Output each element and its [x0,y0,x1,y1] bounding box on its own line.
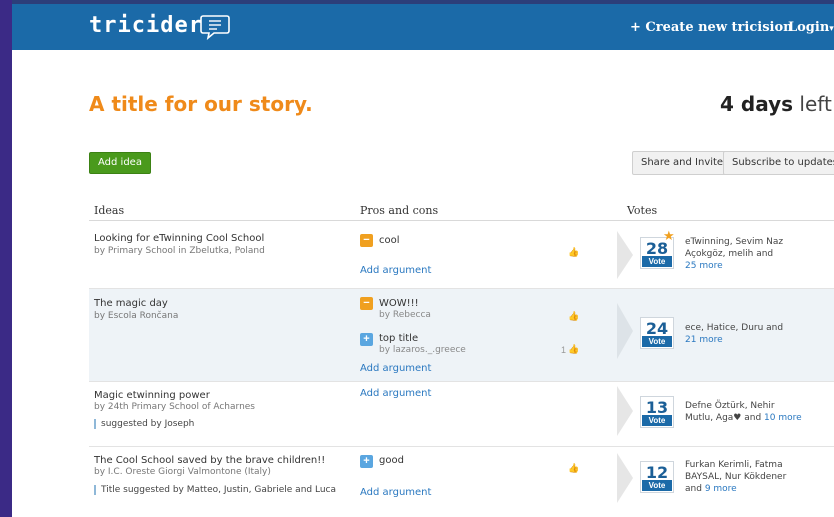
like-count: 1 [561,345,567,355]
voters-line: BAYSAL, Nur Kökdener [685,472,787,482]
login-label: Login [788,20,830,35]
voters-line: eTwinning, Sevim Naz [685,237,784,247]
idea-title[interactable]: Magic etwinning power [94,390,210,401]
voters-line: Mutlu, Aga♥ and [685,413,762,423]
idea-title[interactable]: The magic day [94,298,168,309]
idea-row: Magic etwinning power by 24th Primary Sc… [89,382,834,446]
column-votes: Votes [627,204,658,217]
idea-author: by 24th Primary School of Acharnes [94,402,255,412]
vote-button[interactable]: Vote [642,336,672,347]
voters-line: Açokgöz, melih and [685,249,774,259]
vote-button[interactable]: Vote [642,256,672,267]
voters-line: Furkan Kerimli, Fatma [685,460,783,470]
thumbs-up-icon[interactable]: 👍 [568,311,580,321]
login-menu[interactable]: Login▾ [788,20,834,35]
page-title: A title for our story. [89,92,313,116]
vote-button[interactable]: Vote [642,415,672,426]
suggested-by: suggested by Joseph [94,419,194,429]
page: tricider + Create new tricision Login▾ A… [12,0,834,517]
plus-icon: + [360,455,373,468]
add-argument-link[interactable]: Add argument [360,388,431,399]
idea-author: by Escola Rončana [94,311,179,321]
arrow-right-icon [617,231,633,279]
add-argument-link[interactable]: Add argument [360,363,431,374]
column-ideas: Ideas [94,204,125,217]
voters-list: Furkan Kerimli, Fatma BAYSAL, Nur Kökden… [685,459,825,495]
vote-box[interactable]: 13 Vote [640,396,674,428]
voters-list: ece, Hatice, Duru and 21 more [685,322,825,346]
voters-more-link[interactable]: 25 more [685,260,825,272]
arrow-right-icon [617,453,633,503]
idea-row: The magic day by Escola Rončana − WOW!!!… [89,289,834,381]
thumbs-up-icon[interactable]: 👍 [568,463,580,473]
minus-icon: − [360,297,373,310]
thumbs-up-icon[interactable]: 👍 [568,344,580,354]
plus-icon: + [360,333,373,346]
create-tricision-link[interactable]: + Create new tricision [630,20,793,35]
countdown-suffix: left [799,92,832,116]
chevron-down-icon: ▾ [829,24,834,34]
voters-list: eTwinning, Sevim Naz Açokgöz, melih and … [685,236,825,272]
countdown-value: 4 days [720,92,794,116]
vote-box[interactable]: 24 Vote [640,317,674,349]
voters-line: ece, Hatice, Duru and [685,323,784,333]
idea-row: The Cool School saved by the brave child… [89,447,834,517]
share-invite-button[interactable]: Share and Invite [632,151,733,175]
subscribe-button[interactable]: Subscribe to updates [723,151,834,175]
add-argument-link[interactable]: Add argument [360,487,431,498]
argument-text: WOW!!! [379,298,419,309]
minus-icon: − [360,234,373,247]
idea-author: by I.C. Oreste Giorgi Valmontone (Italy) [94,467,271,477]
voters-more-link[interactable]: 21 more [685,334,825,346]
arrow-right-icon [617,303,633,359]
idea-title[interactable]: Looking for eTwinning Cool School [94,233,264,244]
voters-more-link[interactable]: 9 more [705,484,737,494]
top-header: tricider + Create new tricision Login▾ [12,0,834,50]
idea-title[interactable]: The Cool School saved by the brave child… [94,455,325,466]
add-idea-button[interactable]: Add idea [89,152,151,174]
countdown: 4 days left [720,92,832,116]
voters-line: and [685,484,702,494]
idea-author: by Primary School in Zbelutka, Poland [94,246,265,256]
argument-text: top title [379,333,419,344]
vote-button[interactable]: Vote [642,480,672,491]
suggested-by: Title suggested by Matteo, Justin, Gabri… [94,485,336,495]
thumbs-up-icon[interactable]: 👍 [568,247,580,257]
add-argument-link[interactable]: Add argument [360,265,431,276]
argument-author: by lazaros._.greece [379,345,466,355]
logo[interactable]: tricider [89,13,203,38]
argument-author: by Rebecca [379,310,431,320]
voters-list: Defne Öztürk, Nehir Mutlu, Aga♥ and 10 m… [685,400,825,424]
star-icon: ★ [663,228,675,243]
column-pros-cons: Pros and cons [360,204,439,217]
idea-row: Looking for eTwinning Cool School by Pri… [89,221,834,288]
voters-more-link[interactable]: 10 more [764,413,802,423]
argument-text: cool [379,235,400,246]
arrow-right-icon [617,386,633,436]
voters-line: Defne Öztürk, Nehir [685,401,775,411]
vote-box[interactable]: 12 Vote [640,461,674,493]
argument-text: good [379,455,404,466]
speech-bubble-logo-icon [200,15,230,40]
